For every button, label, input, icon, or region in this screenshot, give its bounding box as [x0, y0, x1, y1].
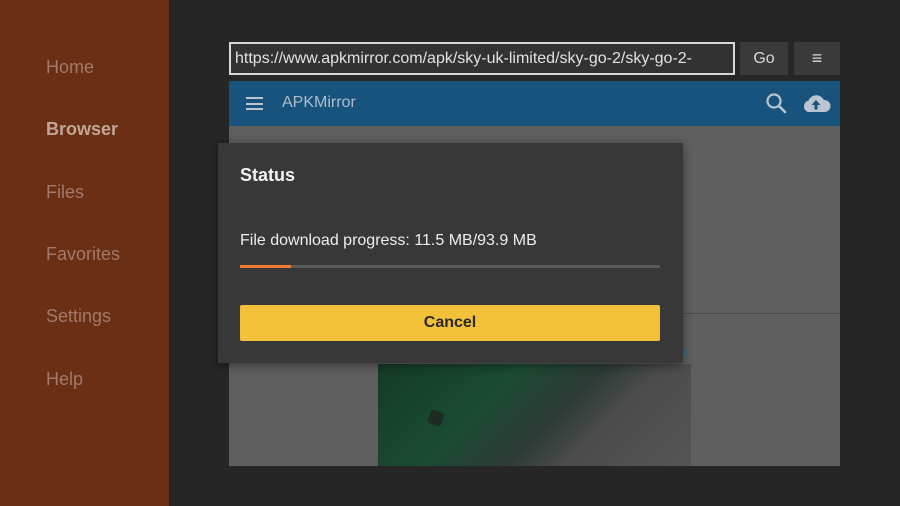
- sidebar-item-browser[interactable]: Browser: [46, 119, 118, 140]
- sidebar-item-home[interactable]: Home: [46, 57, 94, 78]
- sidebar-item-settings[interactable]: Settings: [46, 306, 111, 327]
- dialog-title: Status: [240, 165, 296, 185]
- sidebar-item-help[interactable]: Help: [46, 369, 83, 390]
- sidebar-item-files[interactable]: Files: [46, 182, 84, 203]
- upload-cloud-icon[interactable]: [800, 91, 832, 115]
- menu-button[interactable]: ≡: [794, 42, 840, 75]
- site-header: APKMirror: [229, 81, 840, 126]
- progress-bar: [240, 265, 660, 268]
- site-title[interactable]: APKMirror: [282, 94, 356, 112]
- sidebar-item-favorites[interactable]: Favorites: [46, 244, 120, 265]
- go-button[interactable]: Go: [740, 42, 788, 75]
- status-dialog: Status File download progress: 11.5 MB/9…: [218, 143, 683, 363]
- sidebar: Home Browser Files Favorites Settings He…: [0, 0, 169, 506]
- ad-image[interactable]: [378, 364, 691, 466]
- url-input[interactable]: https://www.apkmirror.com/apk/sky-uk-lim…: [229, 42, 735, 75]
- cancel-button[interactable]: Cancel: [240, 305, 660, 341]
- download-progress-text: File download progress: 11.5 MB/93.9 MB: [240, 232, 537, 249]
- hamburger-icon[interactable]: [246, 97, 263, 110]
- progress-bar-fill: [240, 265, 292, 268]
- divider: [684, 313, 840, 314]
- search-icon[interactable]: [764, 91, 788, 115]
